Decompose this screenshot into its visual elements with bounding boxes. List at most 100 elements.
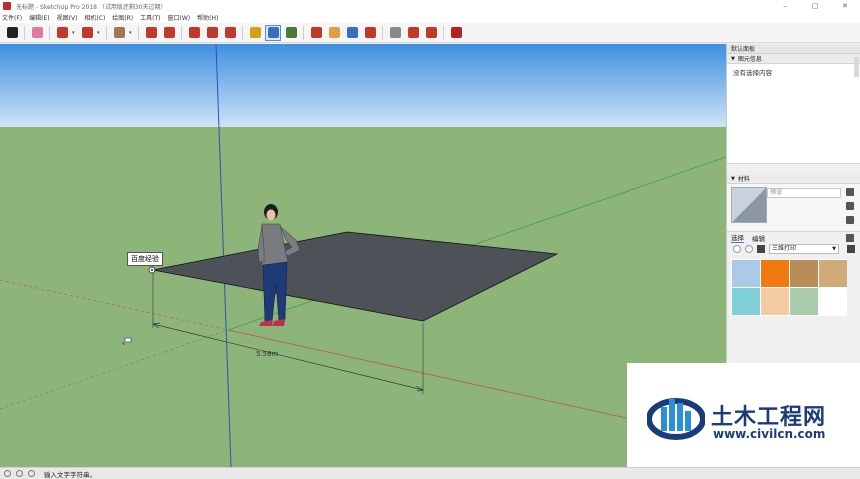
forward-icon[interactable] — [745, 245, 753, 253]
default-material-icon[interactable] — [846, 216, 854, 224]
push-pull-tool-button[interactable] — [143, 25, 159, 41]
back-icon[interactable] — [733, 245, 741, 253]
paint-bucket-tool-button[interactable] — [283, 25, 299, 41]
menu-view[interactable]: 视图(V) — [57, 13, 78, 22]
collection-value: 三维打印 — [772, 245, 797, 252]
tray-title: 默认面板 — [727, 44, 860, 54]
home-icon[interactable] — [757, 245, 765, 253]
menu-tools[interactable]: 工具(T) — [140, 13, 160, 22]
ruby-console-button[interactable] — [448, 25, 464, 41]
send-to-layout-icon — [425, 27, 437, 38]
line-tool-button[interactable] — [54, 25, 70, 41]
tool-dropdown-icon[interactable]: ▾ — [129, 30, 134, 36]
entity-info-title: 图元信息 — [737, 56, 762, 63]
eraser-tool-button[interactable] — [29, 25, 45, 41]
scale-tool-icon — [224, 27, 236, 38]
menu-camera[interactable]: 相机(C) — [84, 13, 105, 22]
material-swatch[interactable] — [790, 260, 818, 287]
tab-edit[interactable]: 编辑 — [752, 233, 765, 243]
toolbar-separator — [382, 25, 383, 40]
person-face — [266, 209, 276, 221]
window-title: 无标题 - SketchUp Pro 2018 （试用版还剩30天过期） — [16, 3, 167, 11]
menu-edit[interactable]: 编辑(E) — [29, 13, 49, 22]
create-material-icon[interactable] — [846, 202, 854, 210]
tool-dropdown-icon[interactable]: ▾ — [97, 30, 102, 36]
material-name-field[interactable]: 预设 — [767, 188, 841, 198]
entity-info-header[interactable]: ▼ 图元信息 — [727, 54, 860, 64]
watermark-url: www.civilcn.com — [713, 427, 826, 441]
scale-tool-button[interactable] — [222, 25, 238, 41]
materials-nav: 三维打印 ▼ — [727, 243, 860, 255]
extension-warehouse-button[interactable] — [405, 25, 421, 41]
warehouse-button[interactable] — [387, 25, 403, 41]
pan-tool-button[interactable] — [326, 25, 342, 41]
minimize-button[interactable]: – — [770, 0, 800, 12]
maximize-button[interactable]: ▢ — [800, 0, 830, 12]
close-button[interactable]: ✕ — [830, 0, 860, 12]
material-swatch[interactable] — [790, 288, 818, 315]
zoom-extents-tool-icon — [364, 27, 376, 38]
main-toolbar: ▾ ▾ ▾ — [0, 23, 860, 43]
material-swatch[interactable] — [732, 288, 760, 315]
push-pull-tool-icon — [145, 27, 157, 38]
text-tool-icon — [267, 27, 279, 38]
help-icon[interactable] — [28, 470, 35, 477]
tray-scrollbar[interactable] — [854, 57, 859, 77]
toolbar-separator — [49, 25, 50, 40]
paint-bucket-tool-icon — [285, 27, 297, 38]
toolbar-separator — [24, 25, 25, 40]
line-tool-icon — [56, 27, 68, 38]
eraser-tool-icon — [31, 27, 43, 38]
watermark-overlay: 土木工程网 www.civilcn.com — [627, 363, 860, 467]
orbit-tool-button[interactable] — [308, 25, 324, 41]
menu-help[interactable]: 帮助(H) — [197, 13, 218, 22]
credits-icon[interactable] — [16, 470, 23, 477]
select-tool-button[interactable] — [4, 25, 20, 41]
material-preview — [731, 187, 767, 223]
geo-location-icon[interactable] — [4, 470, 11, 477]
eyedropper-icon[interactable] — [846, 233, 854, 242]
zoom-extents-tool-button[interactable] — [362, 25, 378, 41]
rectangle-tool-button[interactable] — [111, 25, 127, 41]
menu-file[interactable]: 文件(F) — [2, 13, 22, 22]
toolbar-separator — [242, 25, 243, 40]
menu-window[interactable]: 窗口(W) — [168, 13, 191, 22]
material-swatch-grid — [731, 259, 847, 316]
modeling-viewport[interactable]: 百度经验 5.58m — [0, 44, 726, 467]
text-tool-button[interactable] — [265, 24, 281, 41]
menu-bar: 文件(F) 编辑(E) 视图(V) 相机(C) 绘图(R) 工具(T) 窗口(W… — [0, 12, 860, 23]
text-note[interactable]: 百度经验 — [127, 252, 163, 266]
zoom-tool-button[interactable] — [344, 25, 360, 41]
status-bar: 输入文字字符串。 — [0, 467, 860, 479]
display-secondary-icon[interactable] — [846, 188, 854, 196]
menu-draw[interactable]: 绘图(R) — [112, 13, 133, 22]
note-anchor-dot — [151, 269, 153, 271]
material-swatch[interactable] — [761, 260, 789, 287]
tape-measure-tool-button[interactable] — [247, 25, 263, 41]
tool-dropdown-icon[interactable]: ▾ — [72, 30, 77, 36]
collapse-triangle-icon[interactable]: ▼ — [731, 56, 735, 62]
send-to-layout-button[interactable] — [423, 25, 439, 41]
move-tool-button[interactable] — [186, 25, 202, 41]
collapse-triangle-icon[interactable]: ▼ — [731, 176, 735, 182]
collection-select[interactable]: 三维打印 ▼ — [769, 244, 839, 254]
follow-me-tool-icon — [163, 27, 175, 38]
toolbar-separator — [303, 25, 304, 40]
material-swatch[interactable] — [732, 260, 760, 287]
materials-header[interactable]: ▼ 材料 — [727, 174, 860, 184]
toolbar-separator — [181, 25, 182, 40]
tab-select[interactable]: 选择 — [731, 232, 744, 243]
orbit-tool-icon — [310, 27, 322, 38]
pan-tool-icon — [328, 27, 340, 38]
toolbar-separator — [443, 25, 444, 40]
rotate-tool-button[interactable] — [204, 25, 220, 41]
dimension-label[interactable]: 5.58m — [256, 350, 278, 358]
arc-tool-button[interactable] — [79, 25, 95, 41]
material-swatch[interactable] — [819, 260, 847, 287]
scene-canvas[interactable] — [0, 44, 726, 467]
select-tool-icon — [6, 27, 18, 38]
follow-me-tool-button[interactable] — [161, 25, 177, 41]
material-swatch[interactable] — [761, 288, 789, 315]
details-arrow-icon[interactable] — [847, 245, 855, 253]
app-icon — [3, 2, 11, 10]
